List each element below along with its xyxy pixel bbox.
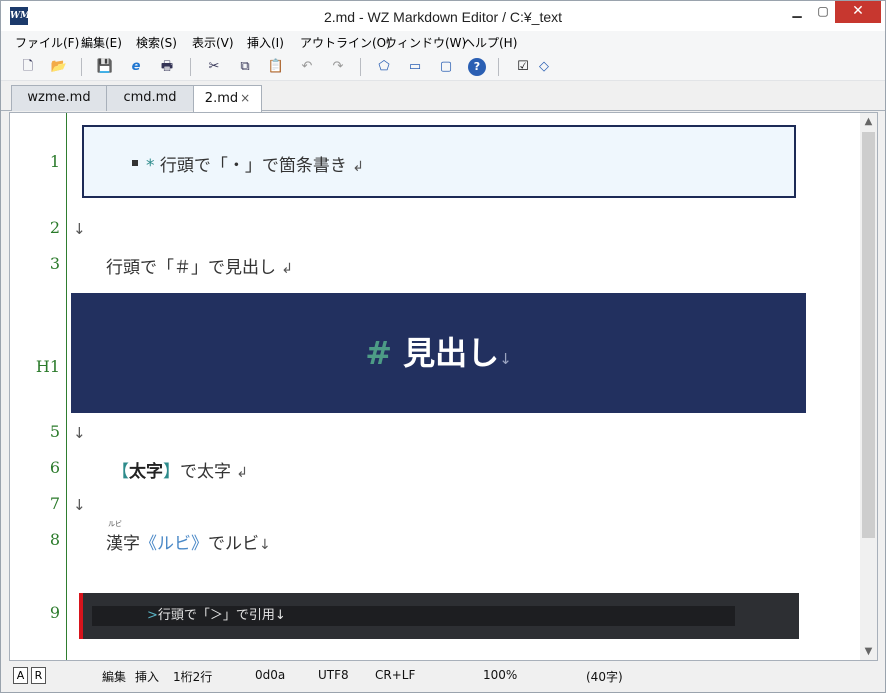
line-number: 2 — [49, 218, 60, 237]
paste-icon[interactable]: 📋 — [267, 58, 285, 76]
line-number: 9 — [49, 603, 60, 622]
browser-icon[interactable]: e — [127, 58, 145, 76]
bullet-line-text: * 行頭で「・」で箇条書き ↲ — [146, 156, 365, 176]
status-r-button[interactable]: R — [31, 667, 46, 684]
window-icon[interactable]: ▢ — [437, 58, 455, 76]
menu-file[interactable]: ファイル(F) — [15, 34, 79, 51]
line-feed-icon: ↓ — [73, 424, 86, 442]
heading-level-label: H1 — [35, 357, 60, 376]
checkbox-icon[interactable]: ☑ — [514, 58, 532, 76]
status-edit-mode: 編集 — [102, 670, 127, 684]
menu-window[interactable]: ウィンドウ(W) — [385, 34, 466, 51]
tab-wzme[interactable]: wzme.md — [11, 85, 107, 111]
cut-icon[interactable]: ✂ — [205, 58, 223, 76]
menu-view[interactable]: 表示(V) — [192, 34, 234, 51]
line-number: 6 — [49, 458, 60, 477]
undo-icon[interactable]: ↶ — [298, 58, 316, 76]
status-bar: A R 編集 挿入 1桁2行 0d0a UTF8 CR+LF 100% (40字… — [1, 662, 885, 692]
toolbar-separator — [360, 58, 361, 76]
copy-icon[interactable]: ⧉ — [236, 58, 254, 76]
app-window: WM 2.md - WZ Markdown Editor / C:¥_text … — [0, 0, 886, 693]
tab-label: cmd.md — [123, 90, 177, 105]
pentagon-icon[interactable]: ⬠ — [375, 58, 393, 76]
diamond-icon[interactable]: ◇ — [535, 58, 553, 76]
toolbar-separator — [81, 58, 82, 76]
line-number: 8 — [49, 530, 60, 549]
window-title: 2.md - WZ Markdown Editor / C:¥_text — [323, 9, 563, 25]
status-char-count: (40字) — [586, 670, 623, 684]
tab-cmd[interactable]: cmd.md — [106, 85, 194, 111]
maximize-button[interactable]: ▢ — [809, 1, 837, 23]
toolbar-separator — [498, 58, 499, 76]
status-insert-mode: 挿入 — [135, 670, 160, 684]
line-number: 7 — [49, 494, 60, 513]
blockquote-text: >行頭で「＞」で引用↓ — [92, 606, 735, 626]
status-cursor-position: 1桁2行 — [173, 670, 213, 684]
redo-icon[interactable]: ↷ — [329, 58, 347, 76]
bold-line-text: 【太字】で太字 ↲ — [112, 462, 249, 482]
open-folder-icon[interactable]: 📂 — [50, 58, 68, 76]
return-mark-icon: ↲ — [352, 159, 365, 175]
line-feed-icon: ↓ — [259, 537, 271, 553]
close-button[interactable]: ✕ — [835, 1, 881, 23]
tab-close-icon[interactable]: × — [240, 91, 250, 105]
menu-insert[interactable]: 挿入(I) — [247, 34, 284, 51]
heading1-block[interactable]: # 見出し↓ — [71, 293, 806, 413]
ruby-annotation: ルビ — [108, 520, 122, 528]
scroll-down-icon[interactable]: ▼ — [860, 643, 877, 660]
save-icon[interactable]: 💾 — [96, 58, 114, 76]
tab-label: wzme.md — [27, 90, 91, 105]
vertical-scrollbar[interactable]: ▲ ▼ — [860, 113, 877, 660]
bullet-list-block[interactable]: * 行頭で「・」で箇条書き ↲ — [82, 125, 796, 198]
menu-help[interactable]: ヘルプ(H) — [463, 34, 517, 51]
title-bar: WM 2.md - WZ Markdown Editor / C:¥_text … — [1, 1, 885, 31]
scrollbar-thumb[interactable] — [862, 132, 875, 538]
gutter-divider — [66, 113, 67, 660]
heading1-text: # 見出し↓ — [365, 334, 512, 372]
menu-outline[interactable]: アウトライン(O) — [300, 34, 391, 51]
status-zoom: 100% — [483, 668, 518, 682]
help-icon[interactable]: ? — [468, 58, 486, 76]
return-mark-icon: ↲ — [281, 261, 294, 277]
blockquote-block[interactable]: >行頭で「＞」で引用↓ — [79, 593, 799, 639]
ruby-line-text: 漢字《ルビ》でルビ↓ — [106, 534, 271, 554]
toolbar: 🗋 📂 💾 e 🖶 ✂ ⧉ 📋 ↶ ↷ ⬠ ▭ ▢ ? ☑ ◇ — [1, 53, 885, 81]
menu-search[interactable]: 検索(S) — [136, 34, 177, 51]
line-number: 1 — [49, 152, 60, 171]
menu-edit[interactable]: 編集(E) — [81, 34, 122, 51]
tab-label: 2.md — [204, 91, 239, 106]
minimize-button[interactable]: ▁ — [783, 1, 811, 23]
line-feed-icon: ↓ — [73, 496, 86, 514]
return-mark-icon: ↲ — [236, 465, 249, 481]
status-a-button[interactable]: A — [13, 667, 28, 684]
tab-2md[interactable]: 2.md × — [193, 85, 262, 112]
heading-hint-text: 行頭で「＃」で見出し ↲ — [106, 258, 294, 278]
status-line-ending: CR+LF — [375, 668, 416, 682]
line-number: 5 — [49, 422, 60, 441]
line-number: 3 — [49, 254, 60, 273]
editor-area[interactable]: * 行頭で「・」で箇条書き ↲ 1 2 ↓ 3 行頭で「＃」で見出し ↲ H1 … — [9, 112, 878, 661]
line-feed-icon: ↓ — [274, 608, 286, 623]
toolbar-separator — [190, 58, 191, 76]
print-icon[interactable]: 🖶 — [158, 58, 176, 76]
status-char-code: 0d0a — [255, 668, 286, 682]
new-file-icon[interactable]: 🗋 — [19, 58, 37, 76]
menu-bar: ファイル(F) 編集(E) 検索(S) 表示(V) 挿入(I) アウトライン(O… — [1, 31, 885, 53]
status-encoding: UTF8 — [318, 668, 349, 682]
line-feed-icon: ↓ — [73, 220, 86, 238]
line-feed-icon: ↓ — [499, 350, 512, 368]
bullet-marker-icon — [132, 160, 138, 166]
tab-strip: wzme.md cmd.md 2.md × — [1, 81, 885, 112]
scroll-up-icon[interactable]: ▲ — [860, 113, 877, 130]
panel-icon[interactable]: ▭ — [406, 58, 424, 76]
